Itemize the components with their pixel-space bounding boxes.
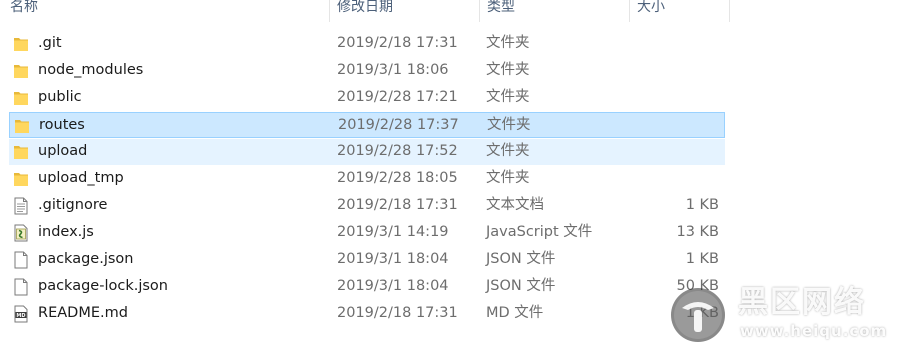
- file-name: node_modules: [38, 62, 144, 78]
- column-divider[interactable]: [479, 0, 480, 22]
- file-size: 50 KB: [676, 278, 719, 294]
- file-type: MD 文件: [486, 305, 544, 321]
- file-name: package.json: [38, 251, 134, 267]
- file-type: 文件夹: [486, 89, 530, 105]
- watermark-title: 黑区网络: [738, 285, 866, 320]
- file-date: 2019/3/1 18:04: [337, 278, 449, 294]
- file-date: 2019/3/1 18:04: [337, 251, 449, 267]
- file-size: 1 KB: [685, 305, 719, 321]
- blank-file-icon: [13, 278, 29, 296]
- file-type: 文本文档: [486, 197, 544, 213]
- file-row[interactable]: index.js 2019/3/1 14:19 JavaScript 文件 13 KB: [9, 220, 725, 246]
- file-type: JSON 文件: [486, 251, 556, 267]
- file-row[interactable]: node_modules 2019/3/1 18:06 文件夹: [9, 58, 725, 84]
- file-row[interactable]: package-lock.json 2019/3/1 18:04 JSON 文件 50…: [9, 274, 725, 300]
- file-type: 文件夹: [487, 117, 531, 133]
- file-row[interactable]: .gitignore 2019/2/18 17:31 文本文档 1 KB: [9, 193, 725, 219]
- file-row[interactable]: routes 2019/2/28 17:37 文件夹: [9, 112, 725, 138]
- file-name: .gitignore: [38, 197, 108, 213]
- file-date: 2019/3/1 18:06: [337, 62, 449, 78]
- column-header-size[interactable]: 大小: [637, 0, 729, 22]
- file-row[interactable]: upload 2019/2/28 17:52 文件夹: [9, 139, 725, 165]
- file-type: 文件夹: [486, 170, 530, 186]
- file-name: public: [38, 89, 82, 105]
- file-type: 文件夹: [486, 35, 530, 51]
- text-file-icon: [13, 197, 29, 215]
- file-row[interactable]: public 2019/2/28 17:21 文件夹: [9, 85, 725, 111]
- file-size: 13 KB: [676, 224, 719, 240]
- file-type: JSON 文件: [486, 278, 556, 294]
- file-name: package-lock.json: [38, 278, 168, 294]
- file-type: 文件夹: [486, 62, 530, 78]
- file-row[interactable]: .git 2019/2/18 17:31 文件夹: [9, 31, 725, 57]
- file-row[interactable]: package.json 2019/3/1 18:04 JSON 文件 1 KB: [9, 247, 725, 273]
- file-row[interactable]: MD README.md 2019/2/18 17:31 MD 文件 1 KB: [9, 301, 725, 327]
- column-header-date[interactable]: 修改日期: [337, 0, 479, 22]
- file-date: 2019/3/1 14:19: [337, 224, 449, 240]
- file-date: 2019/2/18 17:31: [337, 35, 458, 51]
- markdown-file-icon: MD: [13, 305, 29, 323]
- column-header: 名称 修改日期 类型 大小: [0, 0, 903, 22]
- file-date: 2019/2/28 17:21: [337, 89, 458, 105]
- file-name: upload: [38, 143, 88, 159]
- folder-icon: [13, 143, 29, 161]
- folder-icon: [13, 170, 29, 188]
- file-row[interactable]: upload_tmp 2019/2/28 18:05 文件夹: [9, 166, 725, 192]
- file-size: 1 KB: [685, 251, 719, 267]
- folder-icon: [13, 89, 29, 107]
- file-size: 1 KB: [685, 197, 719, 213]
- javascript-file-icon: [13, 224, 29, 242]
- file-type: 文件夹: [486, 143, 530, 159]
- file-name: upload_tmp: [38, 170, 124, 186]
- file-name: .git: [38, 35, 62, 51]
- watermark-url: www.heiqu.com: [740, 322, 888, 340]
- column-header-type[interactable]: 类型: [487, 0, 629, 22]
- folder-icon: [13, 62, 29, 80]
- file-name: index.js: [38, 224, 94, 240]
- file-date: 2019/2/28 17:37: [338, 117, 459, 133]
- file-date: 2019/2/18 17:31: [337, 305, 458, 321]
- folder-icon: [14, 117, 30, 135]
- svg-text:MD: MD: [16, 313, 25, 319]
- file-date: 2019/2/28 18:05: [337, 170, 458, 186]
- folder-icon: [13, 35, 29, 53]
- file-date: 2019/2/28 17:52: [337, 143, 458, 159]
- column-divider[interactable]: [329, 0, 330, 22]
- column-header-name[interactable]: 名称: [10, 0, 330, 22]
- file-date: 2019/2/18 17:31: [337, 197, 458, 213]
- file-name: README.md: [38, 305, 128, 321]
- column-divider[interactable]: [729, 0, 730, 22]
- file-name: routes: [39, 117, 85, 133]
- column-divider[interactable]: [629, 0, 630, 22]
- file-type: JavaScript 文件: [486, 224, 593, 240]
- blank-file-icon: [13, 251, 29, 269]
